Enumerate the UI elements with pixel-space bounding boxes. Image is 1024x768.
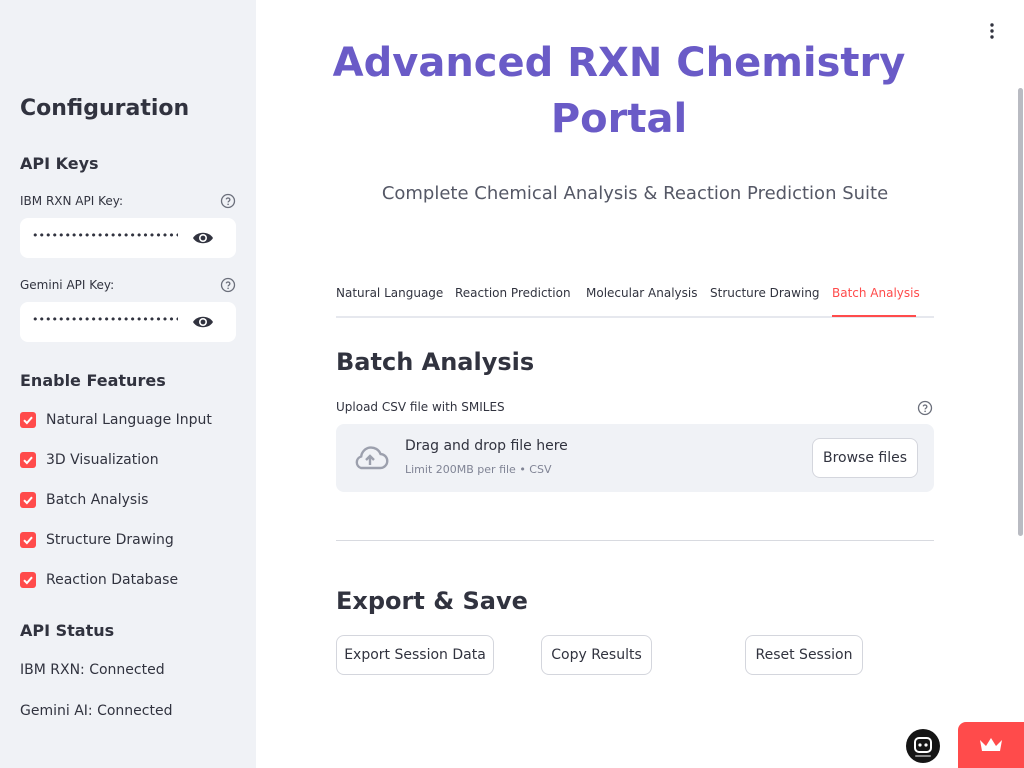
status-ibm: IBM RXN: Connected (20, 662, 165, 678)
ibm-key-field[interactable]: •••••••••••••••••••••••••••••• (20, 218, 236, 258)
tab-natural-language[interactable]: Natural Language (336, 286, 443, 300)
batch-heading: Batch Analysis (336, 348, 535, 376)
feature-label: Batch Analysis (46, 492, 149, 508)
ibm-key-input[interactable]: •••••••••••••••••••••••••••••• (32, 229, 178, 242)
file-dropzone[interactable]: Drag and drop file here Limit 200MB per … (336, 424, 934, 492)
feature-label: Natural Language Input (46, 412, 212, 428)
browse-files-button[interactable]: Browse files (812, 438, 918, 478)
reset-session-button[interactable]: Reset Session (745, 635, 863, 675)
feature-label: Reaction Database (46, 572, 179, 588)
api-keys-heading: API Keys (20, 154, 99, 173)
feature-checkbox-reaction-database[interactable]: Reaction Database (20, 570, 178, 590)
crown-icon[interactable] (958, 722, 1024, 768)
feature-checkbox-3d-visualization[interactable]: 3D Visualization (20, 450, 159, 470)
page-subtitle: Complete Chemical Analysis & Reaction Pr… (381, 183, 889, 204)
tab-batch-analysis[interactable]: Batch Analysis (832, 286, 920, 300)
scrollbar[interactable] (1018, 88, 1023, 536)
export-session-button[interactable]: Export Session Data (336, 635, 494, 675)
checkbox-checked-icon[interactable] (20, 532, 36, 548)
main-content: Advanced RXN Chemistry Portal Complete C… (256, 0, 1024, 768)
gemini-key-field[interactable]: •••••••••••••••••••••••••••••• (20, 302, 236, 342)
dropzone-title: Drag and drop file here (405, 438, 568, 454)
sidebar-title: Configuration (20, 96, 190, 121)
active-tab-indicator (832, 315, 916, 317)
feature-label: Structure Drawing (46, 532, 174, 548)
eye-icon[interactable] (192, 314, 214, 330)
robot-icon[interactable] (906, 729, 940, 763)
feature-checkbox-structure-drawing[interactable]: Structure Drawing (20, 530, 174, 550)
api-status-heading: API Status (20, 621, 115, 640)
copy-results-button[interactable]: Copy Results (541, 635, 652, 675)
sidebar: Configuration API Keys IBM RXN API Key: … (0, 0, 256, 768)
status-gemini: Gemini AI: Connected (20, 703, 173, 719)
checkbox-checked-icon[interactable] (20, 412, 36, 428)
page-title-line1: Advanced RXN Chemistry (332, 40, 906, 86)
divider (336, 540, 934, 541)
feature-checkbox-natural-language[interactable]: Natural Language Input (20, 410, 212, 430)
ibm-key-label: IBM RXN API Key: (20, 194, 124, 208)
checkbox-checked-icon[interactable] (20, 572, 36, 588)
page-title-line2: Portal (550, 96, 688, 142)
tab-reaction-prediction[interactable]: Reaction Prediction (455, 286, 571, 300)
upload-label: Upload CSV file with SMILES (336, 400, 505, 414)
gemini-key-input[interactable]: •••••••••••••••••••••••••••••• (32, 313, 178, 326)
help-icon[interactable] (220, 193, 236, 209)
help-icon[interactable] (917, 400, 933, 416)
cloud-upload-icon (355, 446, 389, 470)
gemini-key-label: Gemini API Key: (20, 278, 115, 292)
checkbox-checked-icon[interactable] (20, 452, 36, 468)
tab-molecular-analysis[interactable]: Molecular Analysis (586, 286, 698, 300)
checkbox-checked-icon[interactable] (20, 492, 36, 508)
help-icon[interactable] (220, 277, 236, 293)
dropzone-limit: Limit 200MB per file • CSV (405, 463, 552, 476)
eye-icon[interactable] (192, 230, 214, 246)
hero: Advanced RXN Chemistry Portal (256, 0, 1024, 150)
feature-checkbox-batch-analysis[interactable]: Batch Analysis (20, 490, 148, 510)
features-heading: Enable Features (20, 371, 166, 390)
export-heading: Export & Save (336, 587, 528, 615)
feature-label: 3D Visualization (46, 452, 159, 468)
tab-structure-drawing[interactable]: Structure Drawing (710, 286, 820, 300)
tab-bar: Natural Language Reaction Prediction Mol… (336, 286, 934, 318)
